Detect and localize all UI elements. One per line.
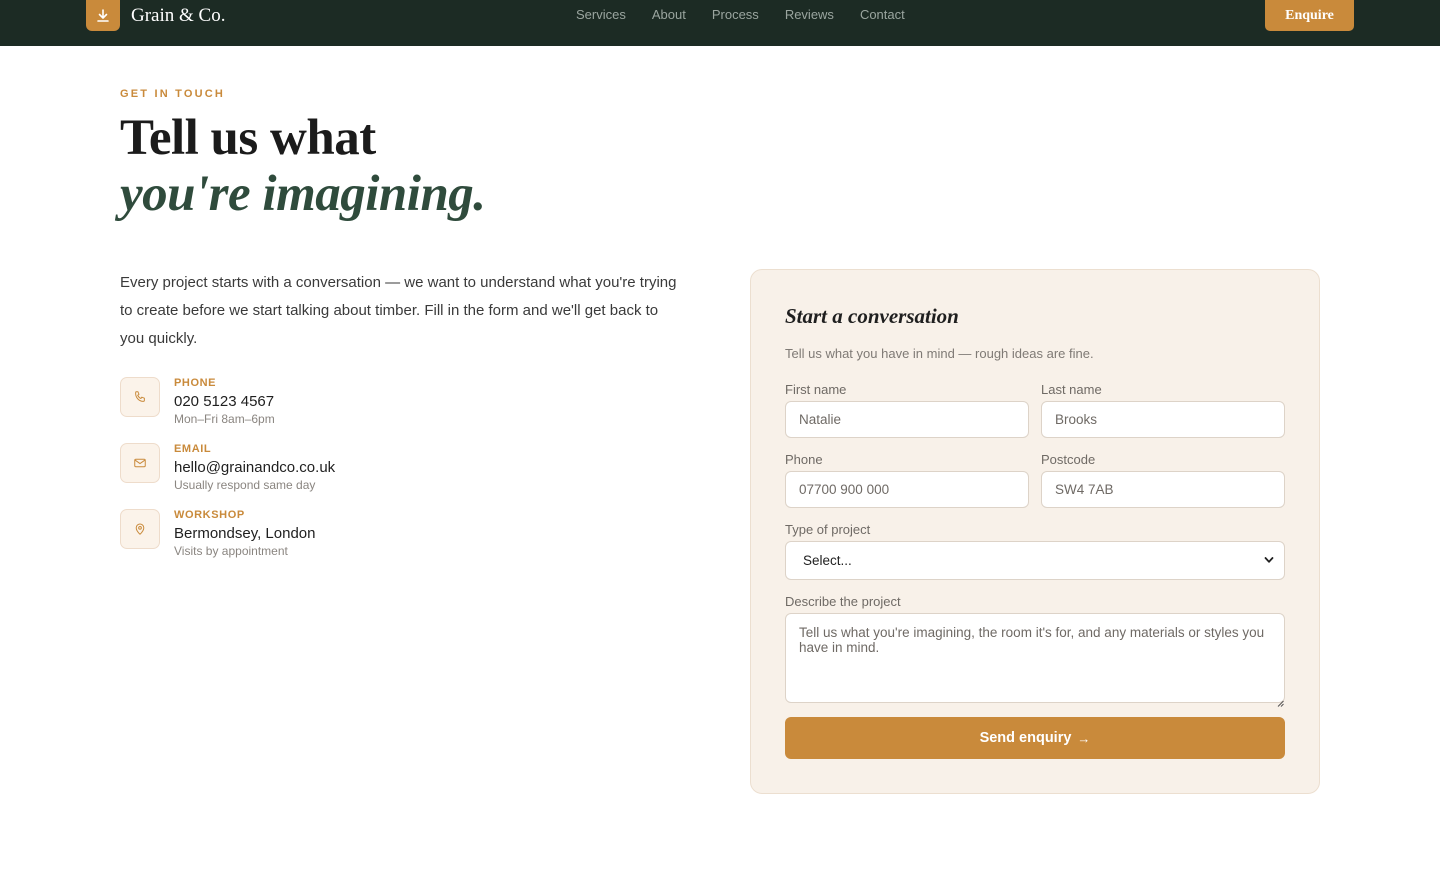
nav-link-services[interactable]: Services [576,7,626,22]
contact-item-phone: PHONE 020 5123 4567 Mon–Fri 8am–6pm [120,377,335,443]
nav-link-contact[interactable]: Contact [860,7,905,22]
send-enquiry-button[interactable]: Send enquiry → [785,717,1285,759]
description-textarea[interactable] [785,613,1285,703]
project-type-select[interactable]: Select... [785,541,1285,580]
contact-label: WORKSHOP [174,509,245,521]
nav-link-reviews[interactable]: Reviews [785,7,834,22]
arrow-right-icon: → [1077,730,1091,746]
first-name-label: First name [785,382,847,397]
contact-item-email: EMAIL hello@grainandco.co.uk Usually res… [120,443,335,509]
page-title: Tell us what you're imagining. [120,110,486,222]
headline-line-1: Tell us what [120,110,376,166]
top-nav: Grain & Co. Services About Process Revie… [0,0,1440,46]
enquiry-form: Start a conversation Tell us what you ha… [750,269,1320,794]
resize-handle-icon[interactable] [1277,694,1284,712]
map-pin-icon [120,509,160,549]
postcode-input[interactable] [1041,471,1285,508]
phone-input[interactable] [785,471,1029,508]
contact-note: Visits by appointment [174,544,288,558]
workshop-location: Bermondsey, London [174,525,316,542]
project-type-label: Type of project [785,522,871,537]
contact-item-workshop: WORKSHOP Bermondsey, London Visits by ap… [120,509,335,575]
brand-link[interactable]: Grain & Co. [86,0,225,31]
contact-label: PHONE [174,377,217,389]
phone-label: Phone [785,452,823,467]
intro-paragraph: Every project starts with a conversation… [120,274,677,347]
phone-number[interactable]: 020 5123 4567 [174,392,275,412]
first-name-input[interactable] [785,401,1029,438]
postcode-label: Postcode [1041,452,1096,467]
form-title: Start a conversation [785,304,959,328]
email-address[interactable]: hello@grainandco.co.uk [174,458,335,478]
contact-label: EMAIL [174,443,212,455]
phone-icon [120,377,160,417]
chevron-down-icon [1264,552,1274,570]
last-name-label: Last name [1041,382,1102,397]
brand-logo-icon [86,0,120,31]
nav-links: Services About Process Reviews Contact [576,0,931,28]
section-eyebrow: GET IN TOUCH [120,88,226,100]
last-name-input[interactable] [1041,401,1285,438]
nav-link-about[interactable]: About [652,7,686,22]
contact-note: Usually respond same day [174,478,316,492]
headline-line-2: you're imagining. [120,166,486,222]
mail-icon [120,443,160,483]
enquire-button[interactable]: Enquire [1265,0,1354,31]
form-subtitle: Tell us what you have in mind — rough id… [785,346,1094,361]
project-type-selected: Select... [803,553,852,568]
nav-link-process[interactable]: Process [712,7,759,22]
contact-list: PHONE 020 5123 4567 Mon–Fri 8am–6pm EMAI… [120,377,335,575]
description-label: Describe the project [785,594,901,609]
send-enquiry-label: Send enquiry [979,730,1072,746]
contact-note: Mon–Fri 8am–6pm [174,412,275,426]
brand-name: Grain & Co. [131,4,226,26]
